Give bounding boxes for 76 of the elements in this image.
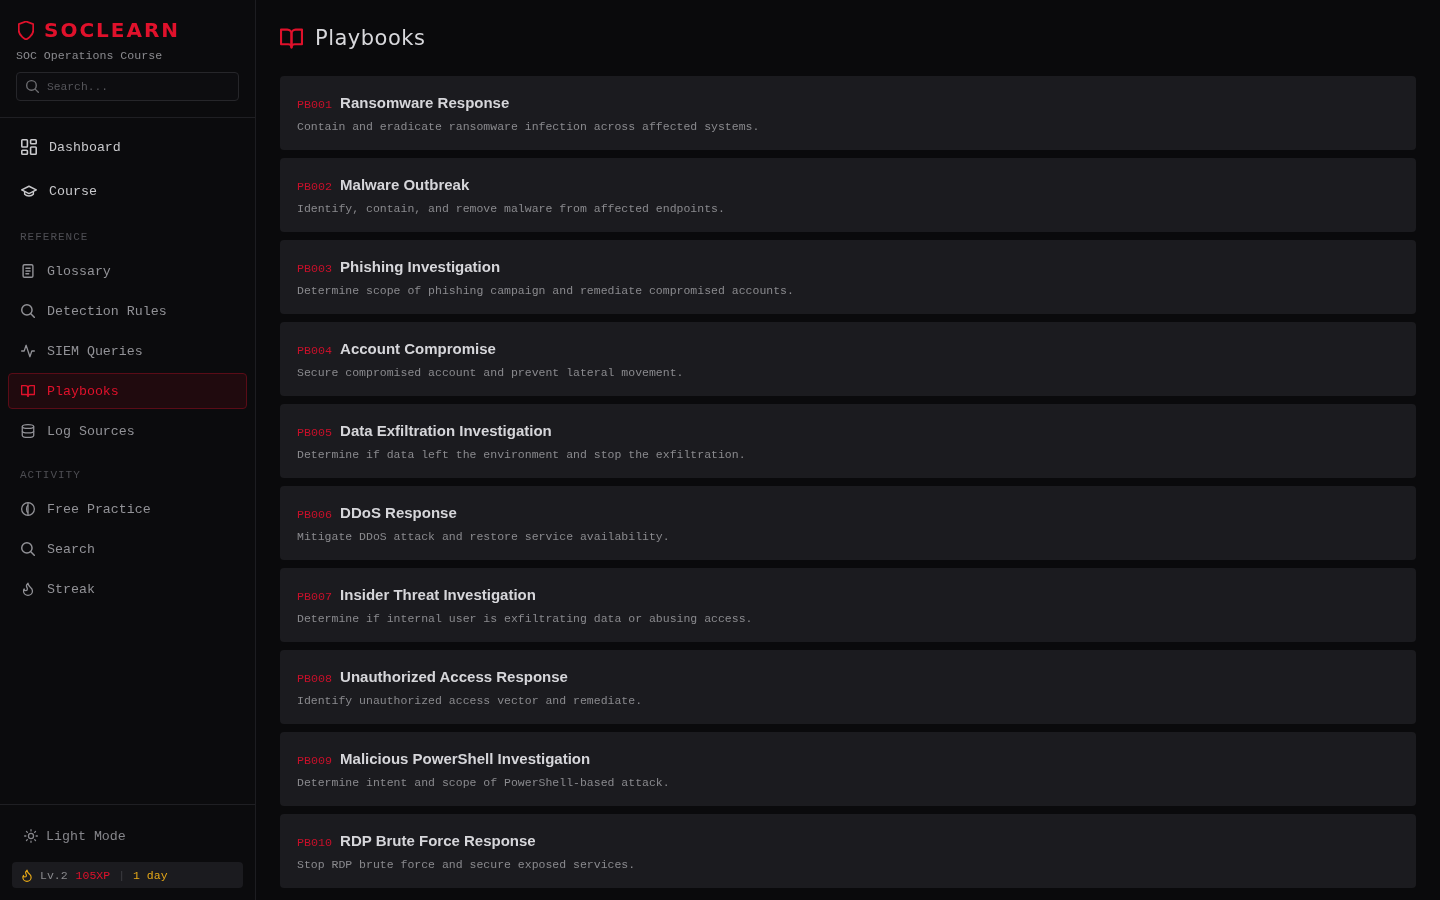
database-icon <box>21 424 35 438</box>
playbook-title: Account Compromise <box>340 339 496 359</box>
nav-item[interactable]: Playbooks <box>8 373 247 409</box>
playbook-description: Identify unauthorized access vector and remediate. <box>297 693 644 709</box>
playbook-title: DDoS Response <box>340 503 457 523</box>
playbook-card[interactable]: PB007 Insider Threat Investigation Determine if internal user is exfiltrating data or abusing access. <box>280 568 1416 642</box>
nav-item[interactable]: Log Sources <box>8 413 247 449</box>
playbook-title: Phishing Investigation <box>340 257 501 277</box>
nav-item[interactable]: Glossary <box>8 253 247 289</box>
playbook-description: Determine intent and scope of PowerShell-based attack. <box>297 775 671 791</box>
notebook-icon <box>21 264 35 278</box>
playbook-title: Unauthorized Access Response <box>340 667 568 687</box>
search-icon <box>26 80 39 93</box>
playbook-card[interactable]: PB010 RDP Brute Force Response Stop RDP brute force and secure exposed services. <box>280 814 1416 888</box>
sun-icon <box>24 829 38 843</box>
flame-icon <box>21 582 35 596</box>
playbook-title: Malicious PowerShell Investigation <box>340 749 591 769</box>
playbook-card[interactable]: PB008 Unauthorized Access Response Identify unauthorized access vector and remediate. <box>280 650 1416 724</box>
brand-subtitle: SOC Operations Course <box>16 48 164 64</box>
playbook-description: Determine scope of phishing campaign and remediate compromised accounts. <box>297 283 795 299</box>
playbook-code: PB010 <box>297 835 333 852</box>
playbook-code: PB001 <box>297 97 333 114</box>
playbook-description: Determine if data left the environment and stop the exfiltration. <box>297 447 747 463</box>
nav-item[interactable]: Detection Rules <box>8 293 247 329</box>
playbook-card[interactable]: PB003 Phishing Investigation Determine scope of phishing campaign and remediate compromised accounts. <box>280 240 1416 314</box>
playbook-card[interactable]: PB002 Malware Outbreak Identify, contain, and remove malware from affected endpoints. <box>280 158 1416 232</box>
brand-name: SOCLEARN <box>44 18 181 42</box>
playbook-title: Data Exfiltration Investigation <box>340 421 552 441</box>
playbook-description: Secure compromised account and prevent lateral movement. <box>297 365 685 381</box>
page-title: Playbooks <box>315 26 426 50</box>
playbook-code: PB005 <box>297 425 333 442</box>
playbook-title: Ransomware Response <box>340 93 510 113</box>
pulse-icon <box>21 344 35 358</box>
open-book-icon <box>21 384 35 398</box>
playbook-code: PB002 <box>297 179 333 196</box>
playbook-card[interactable]: PB004 Account Compromise Secure compromised account and prevent lateral movement. <box>280 322 1416 396</box>
nav-item[interactable]: Search <box>8 531 247 567</box>
playbook-description: Mitigate DDoS attack and restore service availability. <box>297 529 671 545</box>
playbook-card[interactable]: PB005 Data Exfiltration Investigation Determine if data left the environment and stop the exfiltration. <box>280 404 1416 478</box>
playbook-title: RDP Brute Force Response <box>340 831 536 851</box>
theme-toggle[interactable]: Light Mode <box>12 818 243 854</box>
playbook-description: Contain and eradicate ransomware infection across affected systems. <box>297 119 761 135</box>
nav-item[interactable]: Free Practice <box>8 491 247 527</box>
playbook-card[interactable]: PB009 Malicious PowerShell Investigation Determine intent and scope of PowerShell-based attack. <box>280 732 1416 806</box>
separator-text: | <box>118 868 126 882</box>
playbook-card[interactable]: PB006 DDoS Response Mitigate DDoS attack and restore service availability. <box>280 486 1416 560</box>
section-label: REFERENCE <box>19 230 90 245</box>
playbook-code: PB007 <box>297 589 333 606</box>
graduation-cap-icon <box>21 183 37 199</box>
playbook-title: Malware Outbreak <box>340 175 470 195</box>
playbook-code: PB009 <box>297 753 333 770</box>
open-book-icon <box>280 27 303 49</box>
nav-item[interactable]: Streak <box>8 571 247 607</box>
section-label: ACTIVITY <box>19 468 82 483</box>
playbook-title: Insider Threat Investigation <box>340 585 536 605</box>
playbook-description: Stop RDP brute force and secure exposed services. <box>297 857 637 873</box>
playbook-code: PB008 <box>297 671 333 688</box>
search-icon <box>21 304 35 318</box>
flame-icon <box>22 868 32 882</box>
nav-item[interactable]: SIEM Queries <box>8 333 247 369</box>
streak-text: 1 day <box>133 868 168 882</box>
grid-icon <box>21 139 37 155</box>
playbook-description: Identify, contain, and remove malware from affected endpoints. <box>297 201 726 217</box>
level-text: Lv.2 <box>40 868 68 882</box>
search-field[interactable]: Search... <box>16 72 239 101</box>
playbook-code: PB004 <box>297 343 333 360</box>
playbook-code: PB006 <box>297 507 333 524</box>
shield-icon <box>18 20 34 40</box>
split-circle-icon <box>21 502 35 516</box>
playbook-description: Determine if internal user is exfiltrating data or abusing access. <box>297 611 754 627</box>
playbook-card[interactable]: PB001 Ransomware Response Contain and eradicate ransomware infection across affected systems. <box>280 76 1416 150</box>
search-icon <box>21 542 35 556</box>
xp-text: 105XP <box>75 868 111 882</box>
nav-item[interactable]: Course <box>8 171 247 211</box>
playbook-code: PB003 <box>297 261 333 278</box>
nav-item[interactable]: Dashboard <box>8 127 247 167</box>
